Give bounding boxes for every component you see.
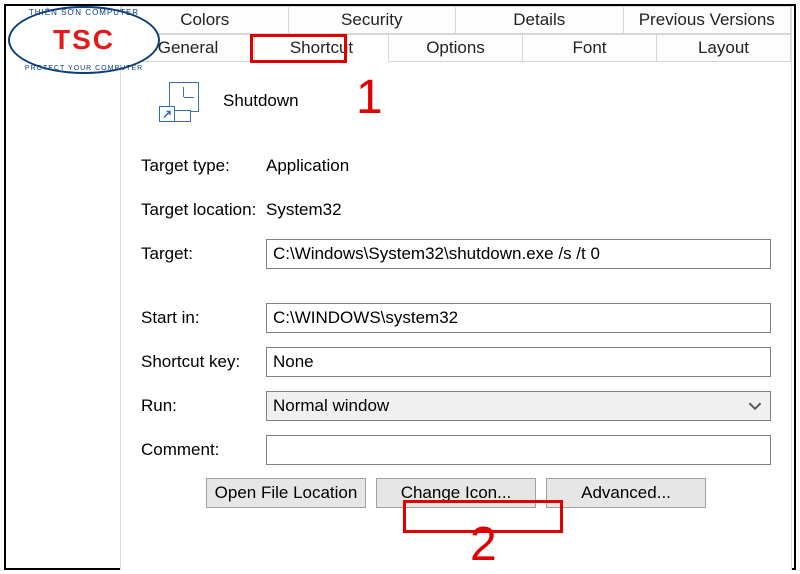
tab-label: Layout bbox=[698, 38, 749, 58]
tab-layout[interactable]: Layout bbox=[657, 34, 791, 62]
tab-previous-versions[interactable]: Previous Versions bbox=[624, 6, 792, 34]
button-label: Open File Location bbox=[215, 483, 358, 503]
tab-label: Security bbox=[341, 10, 402, 30]
properties-dialog: Colors Security Details Previous Version… bbox=[120, 6, 792, 570]
button-label: Advanced... bbox=[581, 483, 671, 503]
tab-shortcut[interactable]: Shortcut bbox=[255, 34, 389, 62]
shortcut-key-label: Shortcut key: bbox=[141, 352, 266, 372]
target-location-value: System32 bbox=[266, 200, 342, 220]
shortcut-key-input[interactable] bbox=[266, 347, 771, 377]
run-label: Run: bbox=[141, 396, 266, 416]
tab-label: Details bbox=[513, 10, 565, 30]
target-input[interactable] bbox=[266, 239, 771, 269]
run-value: Normal window bbox=[273, 396, 389, 416]
target-location-label: Target location: bbox=[141, 200, 266, 220]
button-label: Change Icon... bbox=[401, 483, 512, 503]
comment-label: Comment: bbox=[141, 440, 266, 460]
brand-logo: THIÊN SƠN COMPUTER TSC PROTECT YOUR COMP… bbox=[4, 4, 164, 76]
run-combobox[interactable]: Normal window bbox=[266, 391, 771, 421]
tab-label: Previous Versions bbox=[639, 10, 775, 30]
target-type-label: Target type: bbox=[141, 156, 266, 176]
shortcut-file-icon bbox=[159, 80, 201, 122]
tab-label: Font bbox=[572, 38, 606, 58]
start-in-input[interactable] bbox=[266, 303, 771, 333]
logo-top-text: THIÊN SƠN COMPUTER bbox=[10, 8, 158, 17]
tab-label: General bbox=[158, 38, 218, 58]
start-in-label: Start in: bbox=[141, 308, 266, 328]
change-icon-button[interactable]: Change Icon... bbox=[376, 478, 536, 508]
tab-label: Options bbox=[426, 38, 485, 58]
tab-label: Colors bbox=[180, 10, 229, 30]
tab-content-shortcut: Shutdown Target type: Application Target… bbox=[121, 62, 791, 570]
shortcut-name: Shutdown bbox=[223, 91, 299, 111]
tab-font[interactable]: Font bbox=[523, 34, 657, 62]
chevron-down-icon bbox=[748, 399, 762, 413]
comment-input[interactable] bbox=[266, 435, 771, 465]
target-label: Target: bbox=[141, 244, 266, 264]
open-file-location-button[interactable]: Open File Location bbox=[206, 478, 366, 508]
logo-bottom-text: PROTECT YOUR COMPUTER bbox=[10, 65, 158, 72]
tab-security[interactable]: Security bbox=[289, 6, 457, 34]
button-row: Open File Location Change Icon... Advanc… bbox=[141, 478, 771, 508]
tab-options[interactable]: Options bbox=[389, 34, 523, 62]
tab-label: Shortcut bbox=[290, 38, 353, 58]
target-type-value: Application bbox=[266, 156, 349, 176]
tab-details[interactable]: Details bbox=[456, 6, 624, 34]
tab-row-secondary: Colors Security Details Previous Version… bbox=[121, 6, 791, 34]
advanced-button[interactable]: Advanced... bbox=[546, 478, 706, 508]
tab-row-primary: General Shortcut Options Font Layout bbox=[121, 34, 791, 62]
logo-main: TSC bbox=[53, 24, 115, 56]
